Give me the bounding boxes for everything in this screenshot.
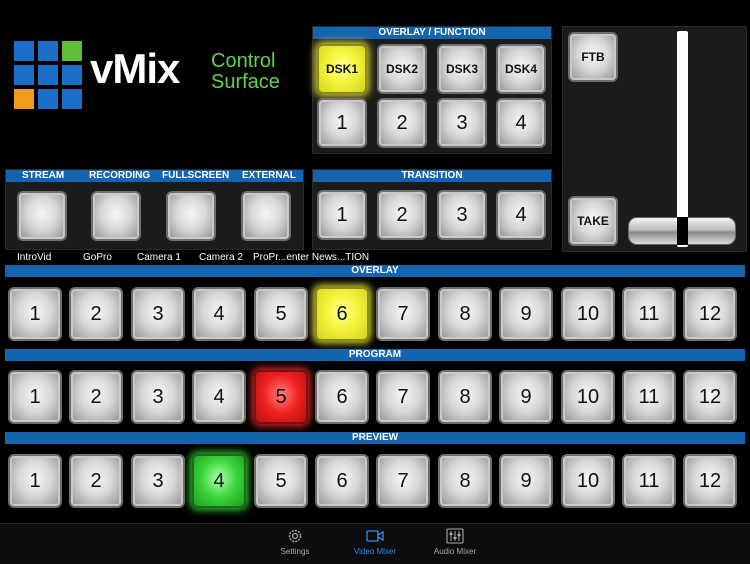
overlay-function-4-button[interactable]: 4 (496, 98, 546, 148)
preview-input-3-button[interactable]: 3 (131, 454, 185, 508)
app-subtitle: Control Surface (211, 51, 280, 93)
program-input-12-button[interactable]: 12 (683, 370, 737, 424)
preview-input-1-button[interactable]: 1 (8, 454, 62, 508)
preview-input-7-button[interactable]: 7 (376, 454, 430, 508)
take-button[interactable]: TAKE (568, 196, 618, 246)
stream-label: STREAM (22, 170, 65, 181)
program-input-3-button[interactable]: 3 (131, 370, 185, 424)
program-row-header: PROGRAM (5, 349, 745, 361)
program-input-11-button[interactable]: 11 (622, 370, 676, 424)
overlay-input-12-button[interactable]: 12 (683, 287, 737, 341)
preview-input-6-button[interactable]: 6 (315, 454, 369, 508)
tab-video-mixer[interactable]: Video Mixer (335, 528, 415, 556)
overlay-input-3-button[interactable]: 3 (131, 287, 185, 341)
program-input-10-button[interactable]: 10 (561, 370, 615, 424)
program-input-9-button[interactable]: 9 (499, 370, 553, 424)
external-label: EXTERNAL (242, 170, 296, 181)
external-button[interactable] (241, 191, 291, 241)
program-button-row: 1 2 3 4 5 6 7 8 9 10 11 12 (5, 370, 745, 424)
transition-1-button[interactable]: 1 (317, 190, 367, 240)
app-title: vMix (90, 45, 180, 92)
overlay-row-header: OVERLAY (5, 265, 745, 277)
program-input-6-button[interactable]: 6 (315, 370, 369, 424)
transition-3-button[interactable]: 3 (437, 190, 487, 240)
transition-2-button[interactable]: 2 (377, 190, 427, 240)
tab-audio-mixer-label: Audio Mixer (433, 547, 477, 556)
tab-audio-mixer[interactable]: Audio Mixer (415, 528, 495, 556)
overlay-function-2-button[interactable]: 2 (377, 98, 427, 148)
tab-video-mixer-label: Video Mixer (353, 547, 397, 556)
subtitle-line-1: Control (211, 50, 276, 72)
tbar-handle-center (677, 217, 688, 245)
overlay-function-1-button[interactable]: 1 (317, 98, 367, 148)
input-name-5: ProPr...enter News...TION (253, 252, 370, 263)
fullscreen-label: FULLSCREEN (162, 170, 230, 181)
tab-settings[interactable]: Settings (255, 528, 335, 556)
preview-input-12-button[interactable]: 12 (683, 454, 737, 508)
dsk3-button[interactable]: DSK3 (437, 44, 487, 94)
recording-label: RECORDING (89, 170, 151, 181)
preview-input-8-button[interactable]: 8 (438, 454, 492, 508)
transition-header: TRANSITION (313, 170, 551, 182)
logo-square (62, 41, 82, 61)
program-input-2-button[interactable]: 2 (69, 370, 123, 424)
subtitle-line-2: Surface (211, 71, 280, 93)
input-name-3: Camera 1 (137, 252, 181, 263)
preview-input-11-button[interactable]: 11 (622, 454, 676, 508)
dsk2-button[interactable]: DSK2 (377, 44, 427, 94)
overlay-input-7-button[interactable]: 7 (376, 287, 430, 341)
dsk4-button[interactable]: DSK4 (496, 44, 546, 94)
overlay-function-3-button[interactable]: 3 (437, 98, 487, 148)
overlay-input-10-button[interactable]: 10 (561, 287, 615, 341)
tab-settings-label: Settings (280, 547, 310, 556)
overlay-button-row: 1 2 3 4 5 6 7 8 9 10 11 12 (5, 287, 745, 341)
overlay-function-header: OVERLAY / FUNCTION (313, 27, 551, 39)
input-name-2: GoPro (83, 252, 112, 263)
input-name-1: IntroVid (17, 252, 52, 263)
logo-square (62, 65, 82, 85)
stream-button[interactable] (17, 191, 67, 241)
logo-square (38, 65, 58, 85)
vmix-logo-grid (14, 41, 82, 109)
transition-4-button[interactable]: 4 (496, 190, 546, 240)
preview-input-2-button[interactable]: 2 (69, 454, 123, 508)
logo-square (38, 89, 58, 109)
program-input-1-button[interactable]: 1 (8, 370, 62, 424)
logo-square (14, 41, 34, 61)
gear-icon (288, 529, 302, 543)
video-camera-icon (366, 530, 384, 542)
preview-row-header: PREVIEW (5, 432, 745, 444)
overlay-input-11-button[interactable]: 11 (622, 287, 676, 341)
overlay-input-1-button[interactable]: 1 (8, 287, 62, 341)
fullscreen-button[interactable] (166, 191, 216, 241)
overlay-input-4-button[interactable]: 4 (192, 287, 246, 341)
overlay-input-9-button[interactable]: 9 (499, 287, 553, 341)
program-input-7-button[interactable]: 7 (376, 370, 430, 424)
logo-square (14, 65, 34, 85)
preview-input-4-button[interactable]: 4 (192, 454, 246, 508)
preview-input-10-button[interactable]: 10 (561, 454, 615, 508)
preview-button-row: 1 2 3 4 5 6 7 8 9 10 11 12 (5, 454, 745, 508)
program-input-8-button[interactable]: 8 (438, 370, 492, 424)
program-input-4-button[interactable]: 4 (192, 370, 246, 424)
bottom-tab-bar: Settings Video Mixer Audio Mixer (0, 523, 750, 564)
overlay-input-2-button[interactable]: 2 (69, 287, 123, 341)
tbar-track (677, 31, 688, 247)
input-name-4: Camera 2 (199, 252, 243, 263)
preview-input-9-button[interactable]: 9 (499, 454, 553, 508)
logo-square (62, 89, 82, 109)
ftb-button[interactable]: FTB (568, 32, 618, 82)
overlay-input-8-button[interactable]: 8 (438, 287, 492, 341)
overlay-input-6-button[interactable]: 6 (315, 287, 369, 341)
recording-button[interactable] (91, 191, 141, 241)
logo-square (14, 89, 34, 109)
overlay-input-5-button[interactable]: 5 (254, 287, 308, 341)
logo-square (38, 41, 58, 61)
sliders-icon (446, 528, 464, 544)
preview-input-5-button[interactable]: 5 (254, 454, 308, 508)
program-input-5-button[interactable]: 5 (254, 370, 308, 424)
dsk1-button[interactable]: DSK1 (317, 44, 367, 94)
